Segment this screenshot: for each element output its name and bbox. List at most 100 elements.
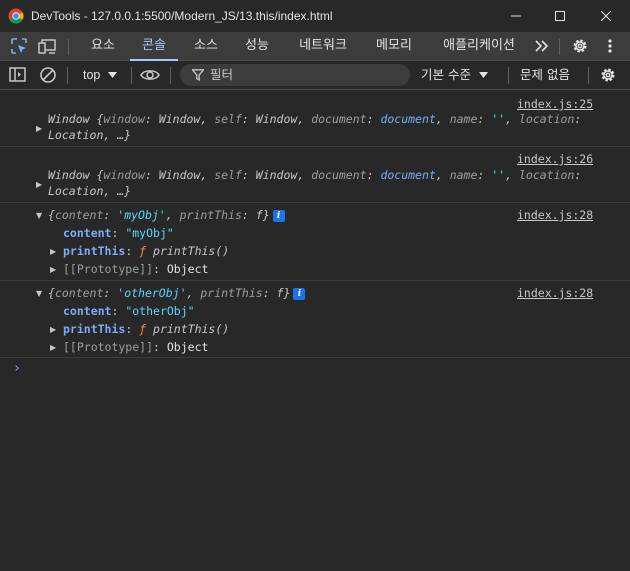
console-toolbar: top 필터 기본 수준 문제 없음 [0,61,630,90]
toolbar-divider [131,67,132,84]
filter-input[interactable]: 필터 [180,64,410,86]
preview-part: content [54,208,104,222]
source-link[interactable]: index.js:28 [517,208,593,222]
live-expression-button[interactable] [139,65,161,85]
preview-part: : [477,168,492,182]
preview-part: Window [255,168,298,182]
more-options-button[interactable] [600,36,620,56]
title-bar: DevTools - 127.0.0.1:5500/Modern_JS/13.t… [0,0,630,32]
dropdown-arrow-icon [107,72,117,78]
object-preview[interactable]: {content: 'otherObj', printThis: f} i [48,286,306,300]
property-row[interactable]: printThis: ƒ printThis() [63,322,229,336]
sidebar-toggle-icon [9,67,26,82]
window-title: DevTools - 127.0.0.1:5500/Modern_JS/13.t… [31,9,333,23]
property-row[interactable]: printThis: ƒ printThis() [63,244,229,258]
property-row[interactable]: [[Prototype]]: Object [63,340,208,354]
preview-part: , [165,208,180,222]
expand-triangle-icon[interactable]: ▶ [36,125,44,133]
preview-part: '' [491,112,506,126]
log-levels-dropdown[interactable]: 기본 수준 [421,61,488,89]
preview-part: window [103,112,145,126]
expand-triangle-icon[interactable]: ▶ [50,326,58,334]
show-sidebar-button[interactable] [8,65,28,85]
tab-memory[interactable]: 메모리 [366,32,422,61]
property-separator: : [111,304,126,318]
info-icon[interactable]: i [272,210,285,222]
preview-part: { [48,208,55,222]
console-settings-button[interactable] [598,65,618,85]
preview-part: , [186,286,201,300]
clear-icon [40,67,56,83]
property-separator: : [125,244,140,258]
toolbar-divider [170,67,171,84]
preview-part: Window [158,112,201,126]
preview-part: , [297,168,312,182]
preview-part: : [574,112,582,126]
panel-tab-bar: 요소 콘솔 소스 성능 네트워크 메모리 애플리케이션 [0,32,630,61]
preview-part: , [200,168,215,182]
property-separator: : [153,340,167,354]
maximize-button[interactable] [538,0,582,32]
issues-counter[interactable]: 문제 없음 [520,61,570,89]
expand-triangle-icon[interactable]: ▶ [50,344,58,352]
minimize-button[interactable] [494,0,538,32]
expand-triangle-icon[interactable]: ▶ [50,266,58,274]
more-tabs-button[interactable] [532,36,552,56]
console-message: index.js:28 ▼ {content: 'myObj', printTh… [0,203,630,281]
source-link[interactable]: index.js:26 [517,152,593,166]
preview-part: location [518,168,575,182]
tab-application[interactable]: 애플리케이션 [432,32,526,61]
device-toolbar-button[interactable] [38,36,58,56]
preview-part: : [574,168,582,182]
collapse-triangle-icon[interactable]: ▼ [36,212,44,220]
tab-sources[interactable]: 소스 [184,32,228,61]
object-preview-continued: Location, …} [48,184,132,198]
expand-triangle-icon[interactable]: ▶ [36,181,44,189]
object-preview[interactable]: Window {window: Window, self: Window, do… [48,168,581,182]
filter-icon [192,69,204,81]
object-preview[interactable]: Window {window: Window, self: Window, do… [48,112,581,126]
preview-part: : [262,286,277,300]
preview-part: , [435,112,450,126]
object-preview[interactable]: {content: 'myObj', printThis: f} i [48,208,285,222]
property-separator: : [111,226,126,240]
dropdown-arrow-icon [478,72,488,78]
property-row[interactable]: [[Prototype]]: Object [63,262,208,276]
settings-button[interactable] [570,36,590,56]
object-preview-continued: Location, …} [48,128,132,142]
source-link[interactable]: index.js:25 [517,97,593,111]
tab-performance[interactable]: 성능 [234,32,280,61]
console-output: index.js:25 ▶ Window {window: Window, se… [0,90,630,571]
preview-part: , [505,112,519,126]
expand-triangle-icon[interactable]: ▶ [50,248,58,256]
clear-console-button[interactable] [38,65,58,85]
preview-part: , [435,168,450,182]
tab-network[interactable]: 네트워크 [288,32,358,61]
preview-part: : [144,112,159,126]
source-link[interactable]: index.js:28 [517,286,593,300]
context-selector[interactable]: top [76,61,117,89]
preview-part: Window [48,112,97,126]
collapse-triangle-icon[interactable]: ▼ [36,290,44,298]
preview-part: { [48,286,55,300]
inspect-element-button[interactable] [9,36,29,56]
info-icon[interactable]: i [293,288,306,300]
property-value: "myObj" [125,226,174,240]
preview-part: '' [491,168,506,182]
property-row: content: "otherObj" [63,304,195,318]
preview-part: : [103,286,118,300]
property-key: [[Prototype]] [63,262,154,276]
property-row: content: "myObj" [63,226,174,240]
gear-icon [601,68,615,82]
toolbar-divider [508,67,509,84]
close-button[interactable] [584,0,628,32]
tab-elements[interactable]: 요소 [80,32,126,61]
preview-part: Window [48,168,97,182]
console-message: index.js:26 ▶ Window {window: Window, se… [0,147,630,203]
filter-placeholder: 필터 [210,67,234,82]
preview-part: name [449,112,478,126]
console-prompt[interactable]: › [13,361,21,376]
tab-console[interactable]: 콘솔 [130,32,178,61]
preview-part: 'otherObj' [117,286,187,300]
preview-part: , [505,168,519,182]
